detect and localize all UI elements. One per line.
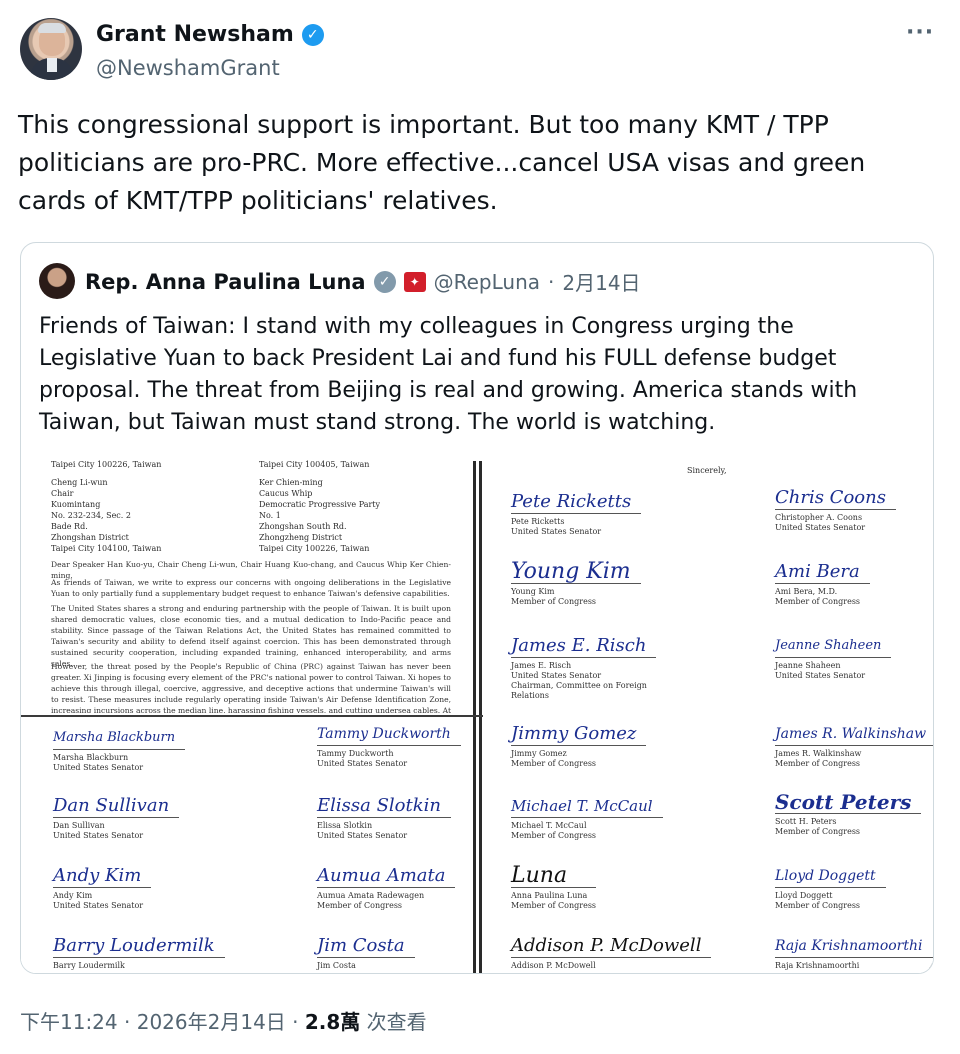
- author-avatar[interactable]: [20, 18, 82, 80]
- meta-separator: ·: [285, 1010, 305, 1034]
- paragraph-3: However, the threat posed by the People'…: [51, 662, 451, 713]
- signature-block: Raja Krishnamoorthi Raja Krishnamoorthi: [775, 935, 933, 971]
- quote-handle[interactable]: @RepLuna: [434, 270, 540, 294]
- letter-page-right: Sincerely, Pete Ricketts Pete Ricketts U…: [483, 461, 933, 973]
- letter-image[interactable]: Taipei City 100226, Taiwan Taipei City 1…: [21, 460, 933, 973]
- signature-block: Luna Anna Paulina Luna Member of Congres…: [511, 863, 597, 910]
- signature-block: Aumua Amata Aumua Amata Radewagen Member…: [317, 865, 456, 911]
- views-label: 次查看: [360, 1010, 427, 1034]
- quote-avatar[interactable]: [39, 263, 75, 299]
- more-horizontal-icon[interactable]: ···: [906, 20, 934, 45]
- signature-block: Young Kim Young Kim Member of Congress: [511, 561, 641, 607]
- quote-author-name[interactable]: Rep. Anna Paulina Luna: [85, 270, 366, 294]
- meta-separator: ·: [117, 1010, 137, 1034]
- quote-date[interactable]: 2月14日: [562, 267, 640, 296]
- quote-separator: ·: [548, 269, 555, 294]
- signature-block: Addison P. McDowell Addison P. McDowell: [511, 935, 712, 971]
- address-right: Ker Chien-ming Caucus Whip Democratic Pr…: [259, 478, 381, 553]
- signature-block: Andy Kim Andy Kim United States Senator: [53, 865, 152, 911]
- tweet-time[interactable]: 下午11:24: [20, 1010, 118, 1034]
- quoted-tweet[interactable]: Rep. Anna Paulina Luna ✓ ✦ @RepLuna · 2月…: [20, 242, 934, 974]
- page-divider: [473, 461, 476, 973]
- tweet-meta: 下午11:24 · 2026年2月14日 · 2.8萬 次查看: [20, 1006, 427, 1035]
- letter-page-left: Taipei City 100226, Taiwan Taipei City 1…: [21, 460, 471, 973]
- quote-header: Rep. Anna Paulina Luna ✓ ✦ @RepLuna · 2月…: [85, 267, 641, 296]
- signature-block: Michael T. McCaul Michael T. McCaul Memb…: [511, 795, 663, 841]
- signature-block: Dan Sullivan Dan Sullivan United States …: [53, 795, 180, 841]
- signature-block: Marsha Blackburn Marsha Blackburn United…: [53, 727, 186, 773]
- verified-check-gray-icon: ✓: [373, 270, 396, 293]
- tweet-date[interactable]: 2026年2月14日: [137, 1010, 286, 1034]
- views-count: 2.8萬: [304, 1010, 361, 1034]
- paragraph-1: As friends of Taiwan, we write to expres…: [51, 578, 451, 598]
- author-name-row[interactable]: Grant Newsham ✓: [96, 22, 324, 47]
- signature-block: Lloyd Doggett Lloyd Doggett Member of Co…: [775, 865, 886, 911]
- signature-block: Barry Loudermilk Barry Loudermilk: [53, 935, 225, 971]
- tweet-text: This congressional support is important.…: [18, 110, 866, 215]
- flag-emblem-icon: ✦: [403, 271, 426, 292]
- signature-block: Jeanne Shaheen Jeanne Shaheen United Sta…: [775, 635, 892, 681]
- author-handle[interactable]: @NewshamGrant: [96, 56, 280, 80]
- signature-block: Scott Peters Scott H. Peters Member of C…: [775, 791, 922, 837]
- quote-text: Friends of Taiwan: I stand with my colle…: [39, 314, 858, 435]
- signature-block: Chris Coons Christopher A. Coons United …: [775, 487, 896, 533]
- verified-check-icon: ✓: [301, 23, 324, 46]
- signature-block: Jimmy Gomez Jimmy Gomez Member of Congre…: [511, 723, 647, 769]
- signature-block: Jim Costa Jim Costa: [317, 935, 415, 971]
- sincerely: Sincerely,: [687, 466, 727, 475]
- signature-block: Pete Ricketts Pete Ricketts United State…: [511, 491, 642, 537]
- signature-block: James R. Walkinshaw James R. Walkinshaw …: [775, 723, 933, 769]
- signature-block: Elissa Slotkin Elissa Slotkin United Sta…: [317, 795, 451, 841]
- signature-block: Tammy Duckworth Tammy Duckworth United S…: [317, 723, 461, 769]
- city-line-left: Taipei City 100226, Taiwan: [51, 460, 162, 469]
- address-left: Cheng Li-wun Chair Kuomintang No. 232-23…: [51, 478, 162, 553]
- signature-block: Ami Bera Ami Bera, M.D. Member of Congre…: [775, 561, 870, 607]
- signature-block: James E. Risch James E. Risch United Sta…: [511, 635, 657, 701]
- paragraph-2: The United States shares a strong and en…: [51, 604, 451, 668]
- city-line-right: Taipei City 100405, Taiwan: [259, 460, 370, 469]
- author-name[interactable]: Grant Newsham: [96, 22, 294, 47]
- page-divider: [479, 461, 482, 973]
